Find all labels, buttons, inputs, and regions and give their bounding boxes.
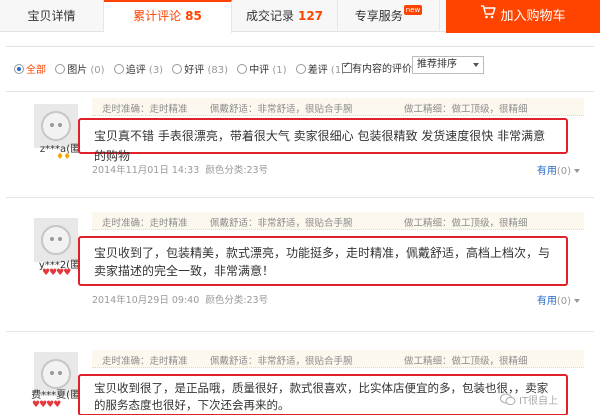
tab-exclusive-service[interactable]: 专享服务 new [338, 0, 440, 32]
review-tag: 做工精细：做工顶级，很精细 [404, 104, 528, 115]
filter-images[interactable]: 图片 (0) [55, 61, 105, 76]
useful-count: (0) [556, 166, 571, 177]
review-text: 宝贝收到很了，是正品哦，质量很好，款式很喜欢，比实体店便宜的多，包装也很，，卖家… [78, 374, 568, 415]
filter-label: 追评 [125, 65, 146, 76]
review-sku: 颜色分类:23号 [205, 165, 269, 176]
transaction-count: 127 [297, 9, 324, 23]
add-to-cart-label: 加入购物车 [500, 9, 566, 24]
review-meta: 2014年11月01日 14:33 颜色分类:23号 [92, 162, 268, 176]
review-item: z***a(匿名) ♦♦ 走时准确：走时精准 佩戴舒适：非常舒适，很贴合手腕 做… [6, 92, 594, 198]
review-meta: 2014年10月29日 09:40 颜色分类:23号 [92, 292, 268, 306]
review-text: 宝贝真不错 手表很漂亮，带着很大气 卖家很细心 包装很精致 发货速度很快 非常满… [78, 118, 568, 163]
filter-all[interactable]: 全部 [14, 61, 46, 76]
review-text: 宝贝收到了，包装精美，款式漂亮，功能挺多，走时精准，佩戴舒适，高档上档次，与卖家… [78, 236, 568, 286]
useful-label: 有用 [536, 296, 557, 307]
tab-bar: 宝贝详情 累计评论 85 成交记录 127 专享服务 new 加入购物车 [0, 0, 600, 33]
watermark-text: IT很自上 [519, 396, 559, 407]
review-tag: 佩戴舒适：非常舒适，很贴合手腕 [210, 356, 353, 367]
radio-icon [113, 64, 124, 74]
review-item: y***2(匿名) ♥♥♥♥ 走时准确：走时精准 佩戴舒适：非常舒适，很贴合手腕… [6, 206, 594, 332]
filter-count: (3) [148, 65, 164, 76]
sort-dropdown[interactable]: 推荐排序 [412, 56, 484, 74]
radio-icon [237, 64, 248, 74]
review-tags: 走时准确：走时精准 佩戴舒适：非常舒适，很贴合手腕 做工精细：做工顶级，很精细 [92, 212, 584, 230]
tab-label: 成交记录 [245, 9, 294, 23]
wechat-icon [500, 393, 516, 409]
content-only-label: 有内容的评价 [352, 64, 412, 75]
wechat-watermark: IT很自上 [500, 392, 558, 409]
radio-icon [55, 64, 66, 74]
tab-label: 累计评论 [133, 9, 182, 23]
review-tag: 走时准确：走时精准 [102, 356, 188, 367]
filter-label: 中评 [249, 65, 270, 76]
review-tag: 走时准确：走时精准 [102, 218, 188, 229]
radio-icon [14, 64, 24, 74]
new-badge: new [403, 5, 423, 15]
check-icon [342, 61, 352, 73]
radio-icon [172, 64, 183, 74]
rating-filters: 全部 图片 (0) 追评 (3) 好评 (83) 中评 (1) 差评 (1) [14, 61, 351, 76]
review-date: 2014年10月29日 09:40 [92, 295, 200, 306]
filter-count: (0) [90, 65, 105, 76]
filter-label: 好评 [184, 65, 205, 76]
review-tag: 佩戴舒适：非常舒适，很贴合手腕 [210, 104, 353, 115]
chevron-down-icon [473, 63, 479, 67]
tab-label: 宝贝详情 [27, 9, 76, 23]
buyer-rank-icon: ♦♦ [56, 152, 71, 162]
filter-count: (83) [207, 65, 228, 76]
review-tags: 走时准确：走时精准 佩戴舒适：非常舒适，很贴合手腕 做工精细：做工顶级，很精细 [92, 98, 584, 116]
useful-button[interactable]: 有用(0) [537, 292, 580, 307]
useful-count: (0) [556, 296, 571, 307]
useful-button[interactable]: 有用(0) [537, 162, 580, 177]
review-tags: 走时准确：走时精准 佩戴舒适：非常舒适，很贴合手腕 做工精细：做工顶级，很精细 [92, 350, 584, 368]
filter-label: 差评 [307, 65, 328, 76]
filter-followup[interactable]: 追评 (3) [113, 61, 164, 76]
chevron-down-icon [574, 169, 580, 173]
review-tag: 做工精细：做工顶级，很精细 [404, 356, 528, 367]
review-sku: 颜色分类:23号 [205, 295, 269, 306]
sort-selected-value: 推荐排序 [417, 59, 457, 70]
review-filter-bar: 全部 图片 (0) 追评 (3) 好评 (83) 中评 (1) 差评 (1) 有… [6, 46, 594, 92]
buyer-rank-icon: ♥♥♥♥ [32, 400, 61, 410]
tab-reviews[interactable]: 累计评论 85 [104, 0, 232, 33]
filter-count: (1) [272, 65, 287, 76]
tab-label: 专享服务 [354, 9, 403, 23]
review-tag: 做工精细：做工顶级，很精细 [404, 218, 528, 229]
filter-label: 全部 [26, 65, 46, 76]
review-tag: 走时准确：走时精准 [102, 104, 188, 115]
filter-negative[interactable]: 差评 (1) [295, 61, 345, 76]
add-to-cart-button[interactable]: 加入购物车 [446, 0, 600, 33]
buyer-rank-icon: ♥♥♥♥ [42, 268, 71, 278]
tab-item-details[interactable]: 宝贝详情 [0, 0, 104, 32]
filter-positive[interactable]: 好评 (83) [172, 61, 228, 76]
radio-icon [295, 64, 306, 74]
chevron-down-icon [574, 299, 580, 303]
content-only-checkbox[interactable]: 有内容的评价 [342, 60, 412, 75]
filter-neutral[interactable]: 中评 (1) [237, 61, 287, 76]
review-date: 2014年11月01日 14:33 [92, 165, 200, 176]
cart-icon [480, 0, 497, 32]
review-count: 85 [185, 9, 202, 23]
filter-label: 图片 [67, 65, 88, 76]
tab-transactions[interactable]: 成交记录 127 [232, 0, 338, 32]
useful-label: 有用 [536, 166, 557, 177]
review-tag: 佩戴舒适：非常舒适，很贴合手腕 [210, 218, 353, 229]
